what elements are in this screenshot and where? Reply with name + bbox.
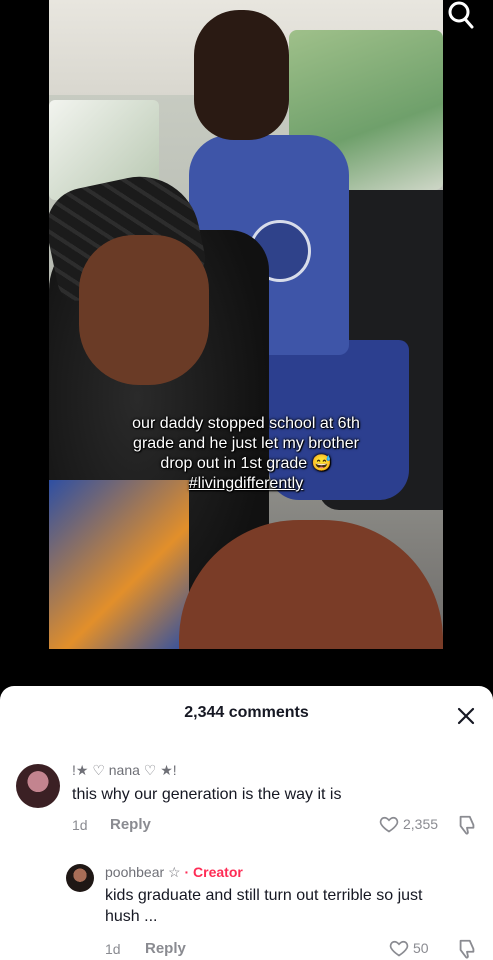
avatar[interactable] <box>66 864 94 892</box>
boy-head <box>194 10 289 140</box>
comment-age: 1d <box>105 941 121 957</box>
like-count: 2,355 <box>403 816 439 832</box>
woman-top <box>49 480 189 649</box>
video-player[interactable] <box>49 0 443 649</box>
comment-username[interactable]: !★ ♡ nana ♡ ★! <box>72 762 177 779</box>
comment-text-line: hush ... <box>105 908 158 925</box>
comment-text-line: kids graduate and still turn out terribl… <box>105 887 423 904</box>
woman-face <box>79 235 209 385</box>
comment-username[interactable]: poohbear ☆ · Creator <box>105 864 243 881</box>
comment-age: 1d <box>72 817 88 833</box>
avatar[interactable] <box>16 764 60 808</box>
caption-line: drop out in 1st grade 😅 <box>160 455 332 472</box>
close-icon[interactable] <box>455 705 477 727</box>
caption-hashtag[interactable]: #livingdifferently <box>49 474 443 494</box>
comments-sheet: 2,344 comments !★ ♡ nana ♡ ★! this why o… <box>0 686 493 960</box>
search-icon[interactable] <box>445 0 475 30</box>
like-button[interactable]: 50 <box>389 938 429 958</box>
like-count: 50 <box>413 940 429 956</box>
like-button[interactable]: 2,355 <box>379 814 438 834</box>
dislike-icon[interactable] <box>456 814 478 836</box>
caption-line: our daddy stopped school at 6th <box>132 415 360 432</box>
comment-username-text: poohbear ☆ <box>105 864 181 880</box>
heart-icon <box>379 816 399 833</box>
dislike-icon[interactable] <box>456 938 478 960</box>
comments-count-title: 2,344 comments <box>184 704 309 721</box>
reply-button[interactable]: Reply <box>110 816 151 833</box>
reply-button[interactable]: Reply <box>145 940 186 957</box>
comment-text: this why our generation is the way it is <box>72 786 342 803</box>
caption-line: grade and he just let my brother <box>133 435 359 452</box>
creator-badge: · Creator <box>184 864 243 880</box>
heart-icon <box>389 940 409 957</box>
video-caption: our daddy stopped school at 6th grade an… <box>49 414 443 494</box>
